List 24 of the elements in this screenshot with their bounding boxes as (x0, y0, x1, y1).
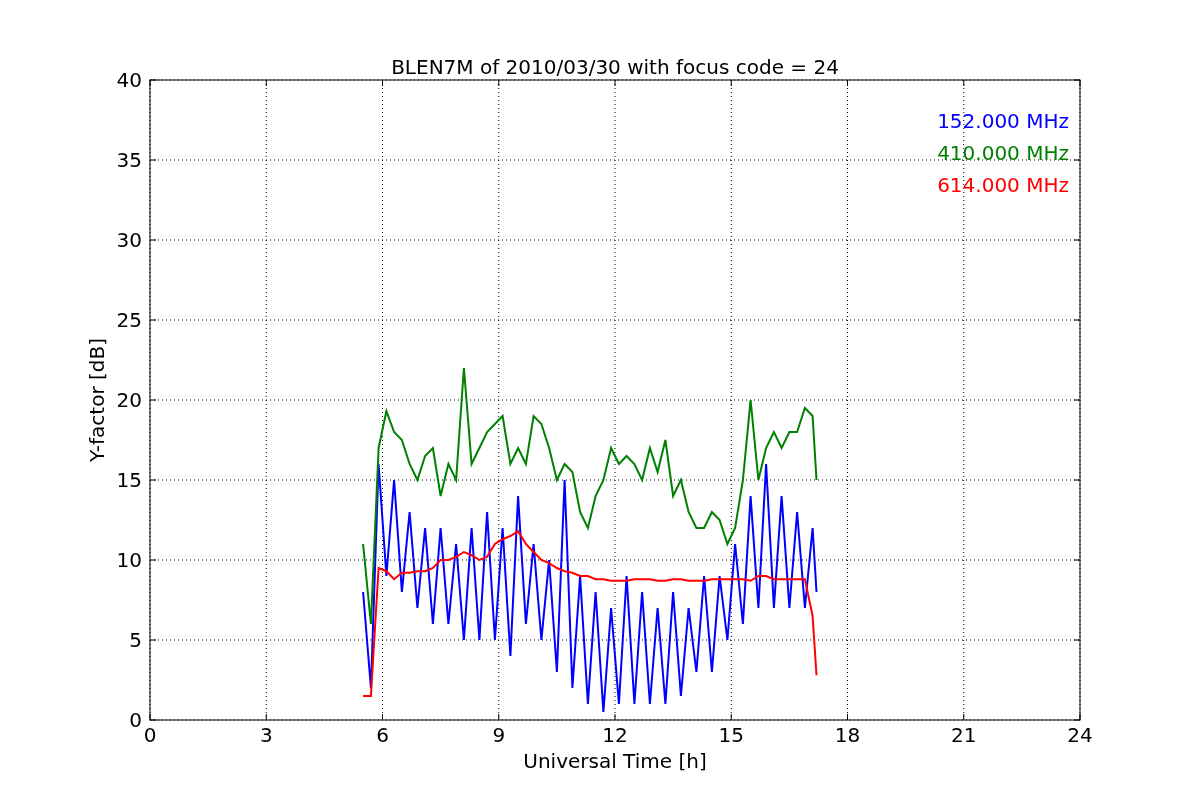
legend-label: 410.000 MHz (937, 141, 1069, 165)
tick-label: 18 (834, 723, 861, 747)
tick-label: 9 (492, 723, 506, 747)
legend-label: 614.000 MHz (937, 173, 1069, 197)
chart-title: BLEN7M of 2010/03/30 with focus code = 24 (391, 55, 839, 79)
tick-label: 35 (116, 148, 142, 172)
tick-label: 10 (116, 548, 142, 572)
tick-label: 15 (116, 468, 142, 492)
tick-label: 12 (602, 723, 628, 747)
tick-label: 0 (129, 708, 142, 732)
tick-label: 21 (951, 723, 977, 747)
tick-label: 25 (116, 308, 142, 332)
tick-label: 30 (116, 228, 142, 252)
tick-label: 6 (376, 723, 389, 747)
tick-label: 24 (1067, 723, 1093, 747)
x-axis-label: Universal Time [h] (523, 749, 707, 773)
tick-label: 3 (259, 723, 273, 747)
tick-label: 20 (116, 388, 142, 412)
tick-label: 5 (129, 628, 142, 652)
tick-label: 15 (718, 723, 744, 747)
legend-label: 152.000 MHz (937, 109, 1069, 133)
y-axis-label: Y-factor [dB] (85, 338, 109, 462)
tick-label: 0 (143, 723, 157, 747)
tick-label: 40 (116, 68, 142, 92)
